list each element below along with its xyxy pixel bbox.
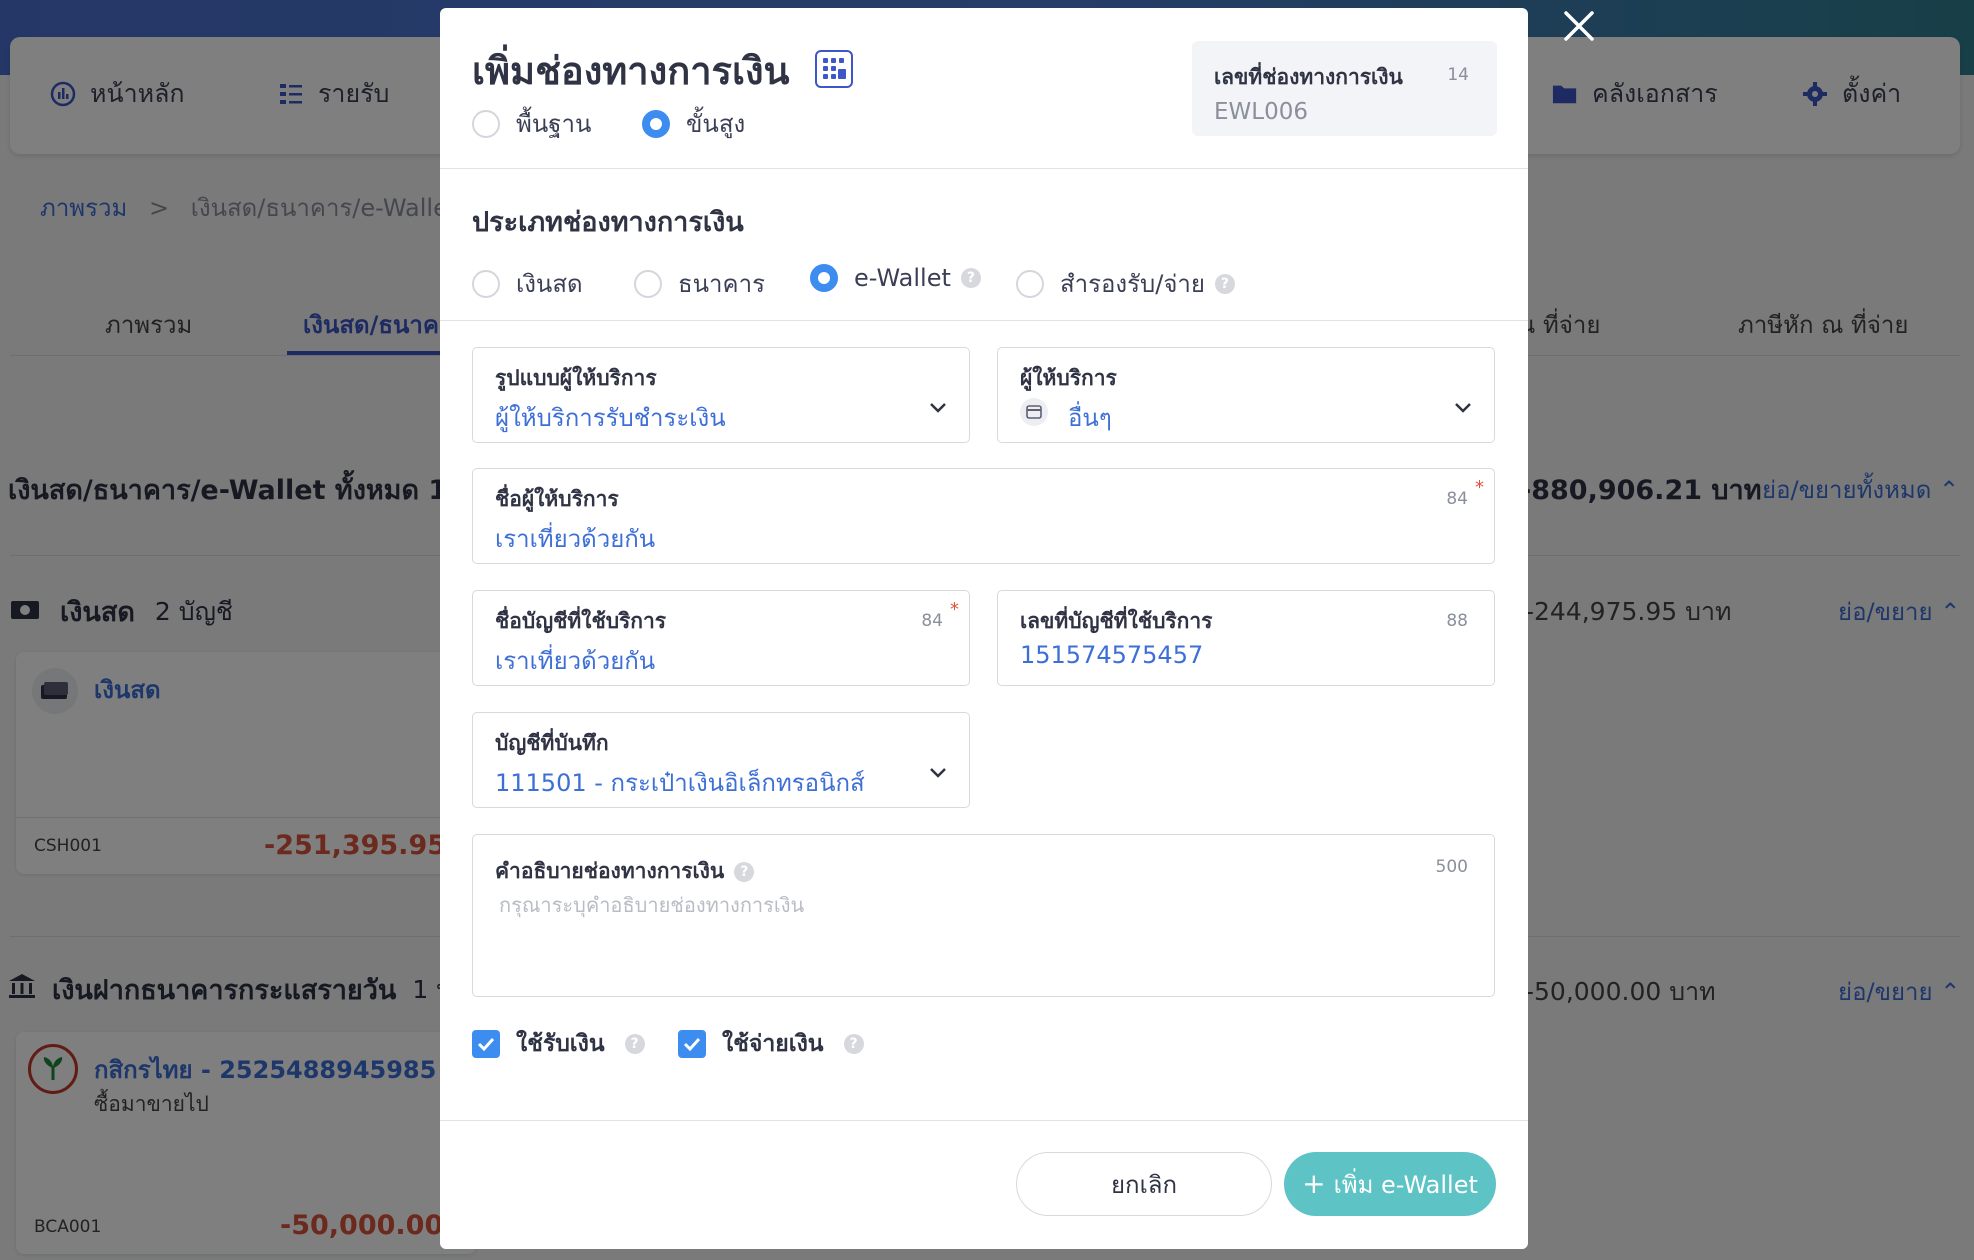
chevron-down-icon (930, 403, 946, 413)
ledger-account-value: 111501 - กระเป๋าเงินอิเล็กทรอนิกส์ (495, 769, 865, 797)
channel-grid-icon[interactable] (815, 50, 853, 88)
radio-indicator (634, 269, 662, 298)
description-placeholder: กรุณาระบุคำอธิบายช่องทางการเงิน (499, 893, 805, 917)
radio-indicator-selected (810, 264, 838, 292)
checkbox-checked-icon (472, 1030, 500, 1058)
mode-basic-label: พื้นฐาน (516, 110, 592, 138)
description-textarea[interactable]: คำอธิบายช่องทางการเงิน ? 500 กรุณาระบุคำ… (472, 834, 1495, 997)
provider-name-count: 84 (1446, 489, 1468, 509)
add-finance-channel-modal: เพิ่มช่องทางการเงิน พื้นฐาน ขั้นสูง เลขท… (440, 8, 1528, 1249)
type-reserve-label: สำรองรับ/จ่าย (1060, 270, 1205, 298)
radio-indicator (472, 269, 500, 298)
radio-indicator-selected (642, 109, 670, 138)
type-divider (440, 320, 1528, 321)
type-bank-label: ธนาคาร (678, 270, 765, 298)
account-number-field[interactable]: เลขที่บัญชีที่ใช้บริการ 151574575457 88 (997, 590, 1495, 686)
wallet-icon (1020, 398, 1048, 426)
provider-type-label: รูปแบบผู้ให้บริการ (495, 366, 657, 390)
use-receive-checkbox[interactable]: ใช้รับเงิน ? (472, 1026, 645, 1062)
type-cash-radio[interactable]: เงินสด (472, 264, 583, 303)
account-name-count: 84 (921, 611, 943, 631)
description-count: 500 (1435, 857, 1468, 877)
add-ewallet-button[interactable]: + เพิ่ม e-Wallet (1284, 1152, 1496, 1216)
mode-basic-radio[interactable]: พื้นฐาน (472, 104, 591, 143)
account-name-value: เราเที่ยวด้วยกัน (495, 647, 656, 675)
modal-title: เพิ่มช่องทางการเงิน (472, 49, 790, 93)
close-icon[interactable] (1562, 9, 1596, 43)
chevron-down-icon (1455, 403, 1471, 413)
type-ewallet-radio[interactable]: e-Wallet ? (810, 264, 981, 292)
help-icon[interactable]: ? (960, 268, 981, 288)
type-bank-radio[interactable]: ธนาคาร (634, 264, 765, 303)
channel-number-label: เลขที่ช่องทางการเงิน (1214, 65, 1403, 89)
ledger-account-select[interactable]: บัญชีที่บันทึก 111501 - กระเป๋าเงินอิเล็… (472, 712, 970, 808)
use-pay-label: ใช้จ่ายเงิน (722, 1031, 824, 1057)
provider-type-value: ผู้ให้บริการรับชำระเงิน (495, 404, 726, 432)
checkbox-checked-icon (678, 1030, 706, 1058)
chevron-down-icon (930, 768, 946, 778)
add-ewallet-label: เพิ่ม e-Wallet (1333, 1170, 1478, 1199)
required-mark: * (1475, 477, 1484, 498)
help-icon[interactable]: ? (1214, 273, 1235, 294)
ledger-account-label: บัญชีที่บันทึก (495, 731, 609, 755)
description-label-row: คำอธิบายช่องทางการเงิน ? (495, 855, 755, 888)
account-name-label: ชื่อบัญชีที่ใช้บริการ (495, 609, 667, 633)
plus-icon: + (1302, 1167, 1326, 1200)
channel-number-box: เลขที่ช่องทางการเงิน 14 EWL006 (1192, 41, 1497, 136)
header-divider (440, 168, 1528, 169)
account-number-value: 151574575457 (1020, 641, 1204, 669)
provider-name-field[interactable]: ชื่อผู้ให้บริการ เราเที่ยวด้วยกัน 84 * (472, 468, 1495, 564)
channel-number-count: 14 (1447, 65, 1469, 85)
provider-name-label: ชื่อผู้ให้บริการ (495, 487, 619, 511)
provider-type-select[interactable]: รูปแบบผู้ให้บริการ ผู้ให้บริการรับชำระเง… (472, 347, 970, 443)
account-name-field[interactable]: ชื่อบัญชีที่ใช้บริการ เราเที่ยวด้วยกัน 8… (472, 590, 970, 686)
footer-divider (440, 1120, 1528, 1121)
type-ewallet-label: e-Wallet (854, 264, 951, 292)
provider-label: ผู้ให้บริการ (1020, 366, 1117, 390)
description-label: คำอธิบายช่องทางการเงิน (495, 859, 725, 883)
account-number-label: เลขที่บัญชีที่ใช้บริการ (1020, 609, 1213, 633)
provider-name-value: เราเที่ยวด้วยกัน (495, 525, 656, 553)
help-icon[interactable]: ? (843, 1034, 864, 1054)
provider-select[interactable]: ผู้ให้บริการ อื่นๆ (997, 347, 1495, 443)
type-cash-label: เงินสด (516, 270, 583, 298)
use-pay-checkbox[interactable]: ใช้จ่ายเงิน ? (678, 1026, 864, 1062)
cancel-button[interactable]: ยกเลิก (1016, 1152, 1272, 1216)
provider-value: อื่นๆ (1068, 404, 1112, 432)
channel-type-heading: ประเภทช่องทางการเงิน (472, 207, 744, 238)
account-number-count: 88 (1446, 611, 1468, 631)
mode-advanced-radio[interactable]: ขั้นสูง (642, 104, 745, 143)
required-mark: * (950, 599, 959, 620)
help-icon[interactable]: ? (734, 861, 755, 882)
radio-indicator (1016, 269, 1044, 298)
radio-indicator (472, 109, 500, 138)
mode-advanced-label: ขั้นสูง (686, 110, 746, 138)
help-icon[interactable]: ? (624, 1034, 645, 1054)
channel-number-value: EWL006 (1214, 99, 1308, 125)
use-receive-label: ใช้รับเงิน (516, 1031, 605, 1057)
type-reserve-radio[interactable]: สำรองรับ/จ่าย ? (1016, 264, 1235, 303)
